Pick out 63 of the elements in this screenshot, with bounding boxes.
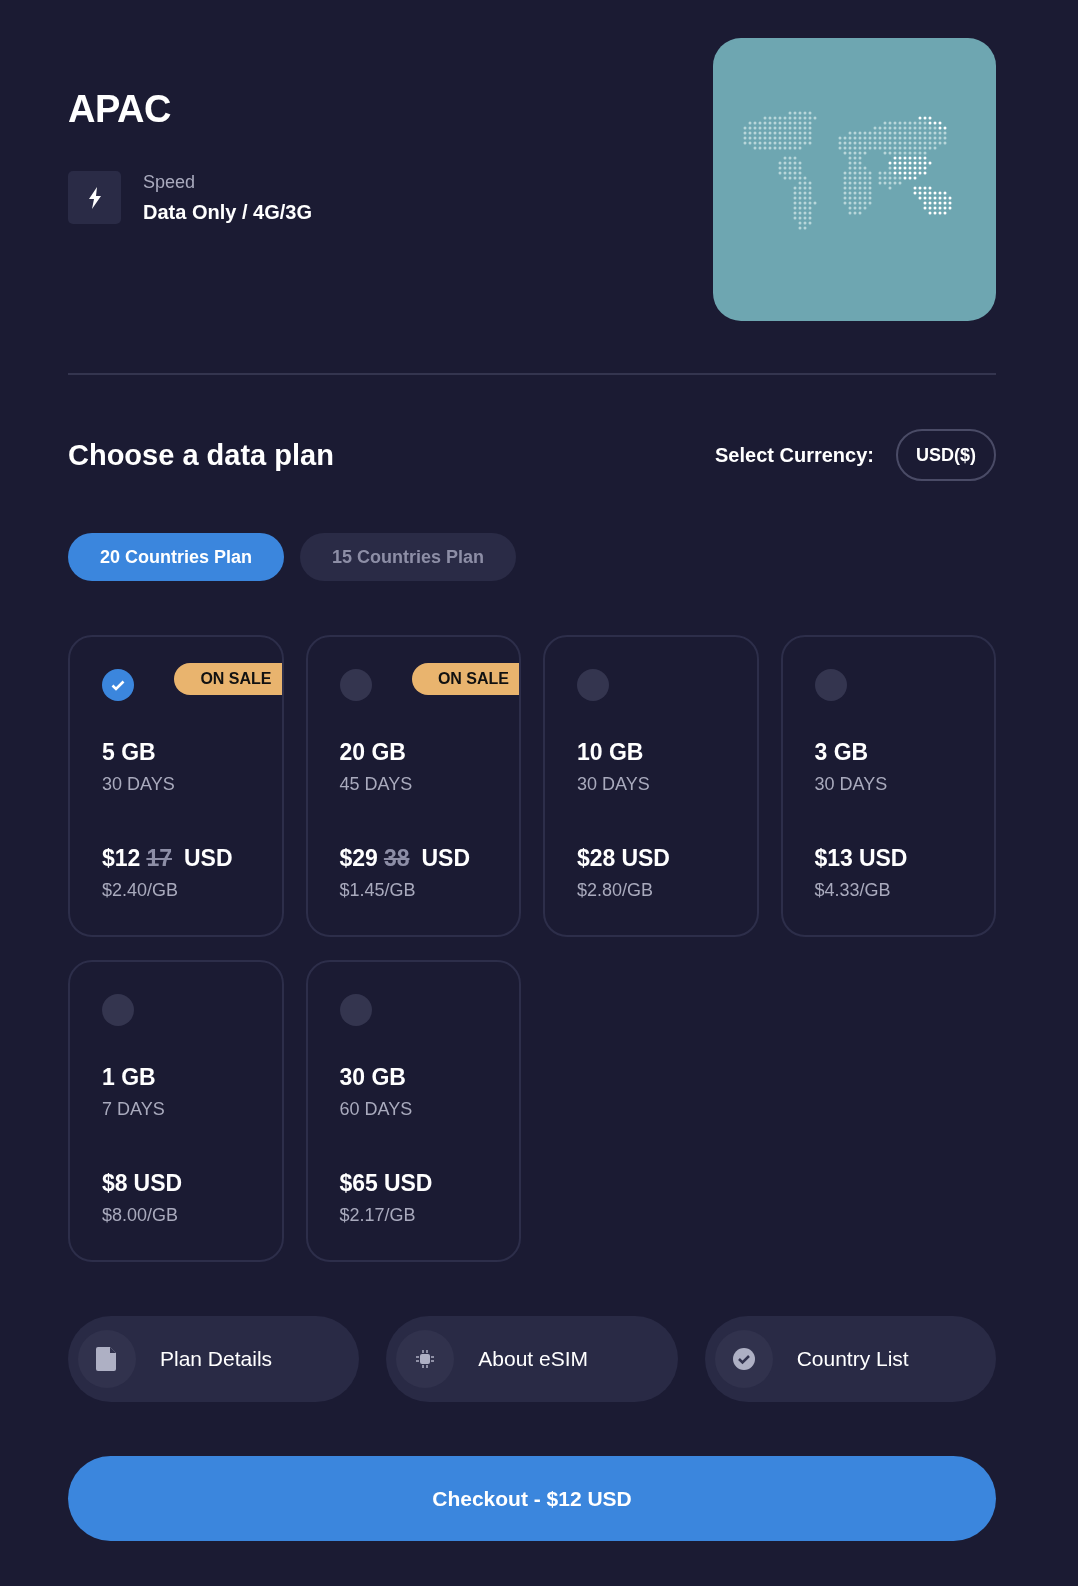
plan-duration: 30 DAYS bbox=[814, 774, 889, 795]
plan-duration: 7 DAYS bbox=[102, 1099, 166, 1120]
plan-card[interactable]: ON SALE 5 GB 30 DAYS $12 17 USD $2.40/GB bbox=[68, 635, 284, 937]
plan-price: $8 bbox=[102, 1170, 128, 1197]
radio-button[interactable] bbox=[577, 669, 609, 701]
plan-price: $65 bbox=[339, 1170, 378, 1197]
radio-button[interactable] bbox=[339, 669, 372, 701]
plan-tab[interactable]: 15 Countries Plan bbox=[300, 533, 517, 581]
data-amount: 30 GB bbox=[339, 1064, 407, 1091]
price-per-gb: $2.17/GB bbox=[339, 1205, 417, 1226]
spec-label: Speed bbox=[143, 171, 197, 193]
currency-button[interactable]: USD($) bbox=[896, 429, 996, 481]
check-circle-icon bbox=[732, 1348, 755, 1370]
plan-price: $29 bbox=[339, 845, 378, 872]
region-title: APAC bbox=[68, 88, 172, 131]
checkout-button[interactable]: Checkout - $12 USD bbox=[68, 1456, 996, 1541]
radio-button[interactable] bbox=[102, 994, 134, 1026]
plan-duration: 45 DAYS bbox=[339, 774, 414, 795]
lightning-icon bbox=[68, 171, 121, 224]
price-per-gb: $1.45/GB bbox=[339, 880, 417, 901]
plan-price: $13 bbox=[814, 845, 853, 872]
price-currency: USD bbox=[383, 1170, 433, 1197]
data-amount: 20 GB bbox=[339, 739, 407, 766]
plan-card[interactable]: 10 GB 30 DAYS $28 USD $2.80/GB bbox=[543, 635, 759, 937]
price-currency: USD bbox=[621, 845, 670, 872]
data-amount: 3 GB bbox=[814, 739, 870, 766]
old-price: 17 bbox=[146, 845, 172, 872]
price-per-gb: $8.00/GB bbox=[102, 1205, 180, 1226]
radio-button[interactable] bbox=[339, 994, 372, 1026]
currency-label: Select Currency: bbox=[715, 443, 874, 467]
sale-badge: ON SALE bbox=[174, 663, 282, 695]
price-currency: USD bbox=[183, 845, 233, 872]
old-price: 38 bbox=[383, 845, 410, 872]
data-amount: 10 GB bbox=[577, 739, 645, 766]
plan-price: $28 bbox=[577, 845, 616, 872]
plan-price: $12 bbox=[102, 845, 141, 872]
price-currency: USD bbox=[421, 845, 471, 872]
sale-badge: ON SALE bbox=[411, 663, 519, 695]
info-button[interactable]: Plan Details bbox=[68, 1316, 360, 1402]
check-icon bbox=[111, 679, 125, 691]
price-per-gb: $2.80/GB bbox=[577, 880, 655, 901]
plan-card[interactable]: 3 GB 30 DAYS $13 USD $4.33/GB bbox=[780, 635, 996, 937]
plan-duration: 60 DAYS bbox=[339, 1099, 414, 1120]
plan-card[interactable]: ON SALE 20 GB 45 DAYS $29 38 USD $1.45/GB bbox=[305, 635, 521, 937]
plan-tab[interactable]: 20 Countries Plan bbox=[68, 533, 285, 581]
plan-card[interactable]: 30 GB 60 DAYS $65 USD $2.17/GB bbox=[305, 960, 521, 1262]
document-icon bbox=[96, 1347, 118, 1371]
price-per-gb: $2.40/GB bbox=[102, 880, 180, 901]
plan-duration: 30 DAYS bbox=[577, 774, 651, 795]
plan-card[interactable]: 1 GB 7 DAYS $8 USD $8.00/GB bbox=[68, 960, 284, 1262]
price-currency: USD bbox=[858, 845, 908, 872]
radio-button[interactable] bbox=[814, 669, 847, 701]
spec-value: Data Only / 4G/3G bbox=[143, 200, 312, 224]
info-button[interactable]: Country List bbox=[704, 1316, 996, 1402]
chip-icon bbox=[415, 1349, 436, 1369]
radio-button[interactable] bbox=[102, 669, 134, 701]
data-amount: 5 GB bbox=[102, 739, 157, 766]
price-currency: USD bbox=[133, 1170, 183, 1197]
section-heading: Choose a data plan bbox=[68, 438, 334, 472]
data-amount: 1 GB bbox=[102, 1064, 157, 1091]
info-button[interactable]: About eSIM bbox=[386, 1316, 678, 1402]
price-per-gb: $4.33/GB bbox=[814, 880, 892, 901]
plan-duration: 30 DAYS bbox=[102, 774, 176, 795]
